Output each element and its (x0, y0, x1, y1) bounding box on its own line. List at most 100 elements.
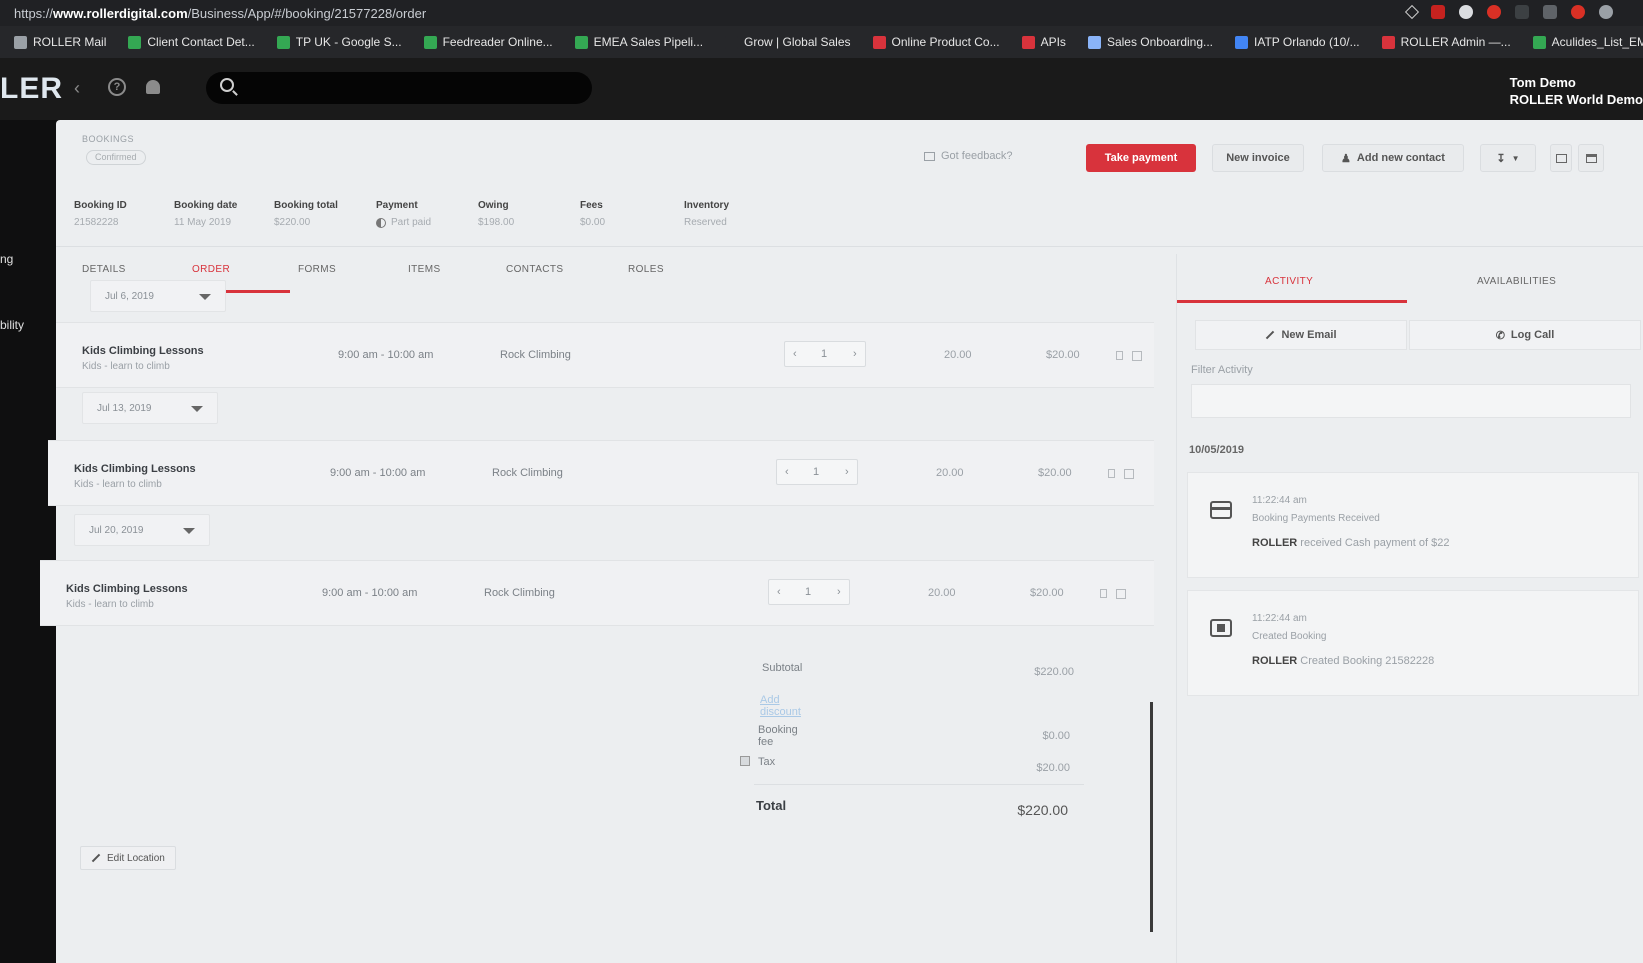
bookmark-item[interactable]: Online Product Co... (872, 35, 1000, 49)
date-selector[interactable]: Jul 13, 2019 (82, 392, 218, 424)
bookmark-item[interactable]: APIs (1021, 35, 1066, 49)
chevron-left-icon[interactable]: ‹ (785, 466, 789, 478)
chevron-down-icon (191, 406, 203, 412)
extension-icon[interactable] (1543, 5, 1557, 19)
bookmark-item[interactable]: ROLLER Admin —... (1381, 35, 1511, 49)
bookmark-label: Sales Onboarding... (1106, 35, 1214, 49)
search-input[interactable] (206, 72, 592, 104)
breadcrumb[interactable]: BOOKINGS (82, 134, 134, 144)
window-icon (1555, 153, 1567, 163)
sidebar-item[interactable]: ng (0, 252, 13, 266)
tab-availabilities[interactable]: AVAILABILITIES (1477, 276, 1556, 287)
bell-icon[interactable] (146, 80, 160, 94)
filter-label: Filter Activity (1191, 364, 1253, 376)
bookmark-item[interactable]: Feedreader Online... (423, 35, 553, 49)
edit-location-button[interactable]: Edit Location (80, 846, 176, 870)
bookmark-item[interactable]: EMEA Sales Pipeli... (574, 35, 704, 49)
tab-activity[interactable]: ACTIVITY (1265, 276, 1313, 287)
user-info[interactable]: Tom Demo ROLLER World Demo (1510, 74, 1643, 108)
sidebar-item[interactable]: bility (0, 318, 24, 332)
chevron-right-icon[interactable]: › (837, 586, 841, 598)
summary-field: Fees $0.00 (580, 200, 690, 228)
extension-icon[interactable] (1431, 5, 1445, 19)
summary-value: 21582228 (74, 217, 119, 228)
product-name: Kids Climbing Lessons (74, 463, 196, 475)
view-toggle-button[interactable] (1550, 144, 1572, 172)
tab-contacts[interactable]: CONTACTS (506, 264, 563, 275)
tax-checkbox[interactable] (740, 756, 750, 766)
product-description: Kids - learn to climb (74, 479, 162, 490)
pencil-icon (91, 853, 101, 863)
trash-icon[interactable] (1100, 589, 1107, 598)
add-contact-button[interactable]: ♟ Add new contact (1322, 144, 1464, 172)
bookmark-item[interactable]: Sales Onboarding... (1087, 35, 1214, 49)
view-toggle-button[interactable] (1578, 144, 1604, 172)
new-email-button[interactable]: New Email (1195, 320, 1407, 350)
bookmark-item[interactable]: Grow | Global Sales (725, 35, 851, 49)
trash-icon[interactable] (1108, 469, 1115, 478)
booking-panel: BOOKINGS Confirmed Got feedback? Take pa… (40, 120, 1643, 963)
trash-icon[interactable] (1116, 351, 1123, 360)
tab-forms[interactable]: FORMS (298, 264, 336, 275)
bookmark-item[interactable]: TP UK - Google S... (276, 35, 402, 49)
chevron-right-icon[interactable]: › (853, 348, 857, 360)
row-checkbox[interactable] (1116, 589, 1126, 599)
more-actions-button[interactable]: ↧ ▼ (1480, 144, 1536, 172)
back-arrow-icon[interactable]: ‹ (74, 78, 80, 99)
tab-items[interactable]: ITEMS (408, 264, 441, 275)
chevron-left-icon[interactable]: ‹ (777, 586, 781, 598)
take-payment-button[interactable]: Take payment (1086, 144, 1196, 172)
activity-item: 11:22:44 am Booking Payments Received RO… (1187, 472, 1639, 578)
browser-url-bar[interactable]: https://www.rollerdigital.com/Business/A… (0, 0, 1643, 26)
bookmark-label: Client Contact Det... (147, 35, 255, 49)
tab-details[interactable]: DETAILS (82, 264, 126, 275)
bookmark-item[interactable]: ROLLER Mail (14, 35, 106, 49)
quantity-stepper[interactable]: ‹ 1 › (768, 579, 850, 605)
log-call-button[interactable]: ✆ Log Call (1409, 320, 1641, 350)
bookmark-item[interactable]: IATP Orlando (10/... (1235, 35, 1360, 49)
scrollbar[interactable] (1150, 702, 1153, 932)
summary-value: $220.00 (274, 217, 311, 228)
extension-icon[interactable] (1515, 5, 1529, 19)
filter-activity-input[interactable] (1191, 384, 1631, 418)
date-selector[interactable]: Jul 20, 2019 (74, 514, 210, 546)
chevron-down-icon (199, 294, 211, 300)
chevron-down-icon (183, 528, 195, 534)
activity-desc: ROLLER Created Booking 21582228 (1252, 655, 1435, 667)
extension-icon[interactable] (1571, 5, 1585, 19)
bookmark-label: Feedreader Online... (442, 35, 553, 49)
star-icon[interactable] (1404, 4, 1420, 20)
activity-date: 10/05/2019 (1189, 444, 1245, 456)
tab-order[interactable]: ORDER (192, 264, 230, 275)
feedback-link[interactable]: Got feedback? (924, 150, 1013, 162)
order-list: Jul 6, 2019 Kids Climbing Lessons Kids - l… (40, 280, 1166, 963)
add-discount-link[interactable]: Add discount (760, 694, 801, 718)
bookmark-item[interactable]: Aculides_List_EME... (1532, 35, 1643, 49)
new-invoice-button[interactable]: New invoice (1212, 144, 1304, 172)
search-icon (220, 78, 234, 92)
extension-icon[interactable] (1599, 5, 1613, 19)
date-selector[interactable]: Jul 6, 2019 (90, 280, 226, 312)
row-checkbox[interactable] (1124, 469, 1134, 479)
row-checkbox[interactable] (1132, 351, 1142, 361)
bookmark-favicon-icon (574, 35, 588, 49)
chevron-right-icon[interactable]: › (845, 466, 849, 478)
credit-card-icon (1210, 501, 1232, 519)
chevron-left-icon[interactable]: ‹ (793, 348, 797, 360)
activity-desc: ROLLER received Cash payment of $22 (1252, 537, 1450, 549)
extension-icon[interactable] (1459, 5, 1473, 19)
app-header: LER ‹ ? Tom Demo ROLLER World Demo (0, 58, 1643, 120)
status-badge: Confirmed (86, 150, 146, 165)
quantity-stepper[interactable]: ‹ 1 › (776, 459, 858, 485)
session-time: 9:00 am - 10:00 am (322, 587, 418, 599)
quantity-stepper[interactable]: ‹ 1 › (784, 341, 866, 367)
bookmark-favicon-icon (1235, 35, 1249, 49)
url-text: https://www.rollerdigital.com/Business/A… (14, 5, 427, 21)
extension-icon[interactable] (1487, 5, 1501, 19)
pencil-icon (1266, 330, 1275, 340)
help-icon[interactable]: ? (108, 78, 126, 96)
tab-roles[interactable]: ROLES (628, 264, 664, 275)
bookmark-item[interactable]: Client Contact Det... (128, 35, 255, 49)
bookmark-label: EMEA Sales Pipeli... (593, 35, 704, 49)
bookmark-label: TP UK - Google S... (295, 35, 402, 49)
